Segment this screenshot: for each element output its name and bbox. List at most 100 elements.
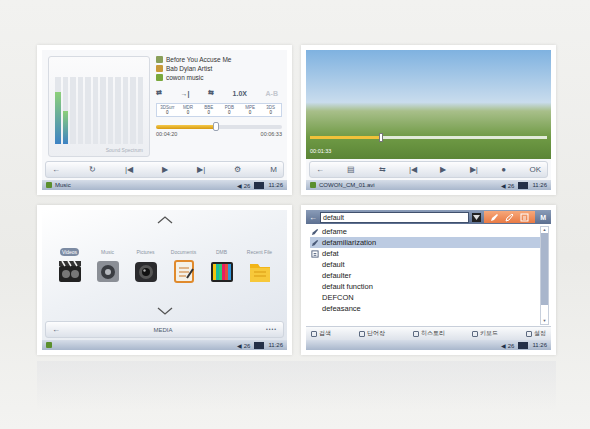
word-row[interactable]: defamiliarization bbox=[310, 237, 540, 248]
control-button[interactable]: M bbox=[270, 166, 277, 174]
media-item[interactable]: Recent File bbox=[244, 248, 276, 284]
control-button[interactable]: ⚙ bbox=[234, 166, 241, 174]
tab-button[interactable]: 키보드 bbox=[472, 329, 498, 338]
option-button[interactable]: ⇆ bbox=[208, 89, 214, 97]
control-button[interactable]: ⇆ bbox=[379, 166, 386, 174]
progress-fill bbox=[156, 125, 216, 129]
media-card: VideosMusicPicturesDocumentsDMBRecent Fi… bbox=[37, 205, 292, 355]
page: Sound Spectrum Before You Accuse Me Bab Dy… bbox=[0, 0, 590, 429]
option-button[interactable]: A-B bbox=[266, 90, 278, 97]
tab-icon bbox=[472, 331, 478, 337]
track-tag: Bab Dylan Artist bbox=[156, 65, 282, 72]
more-button[interactable]: •••• bbox=[266, 327, 277, 332]
dropdown-icon bbox=[473, 215, 480, 220]
spectrum-band bbox=[130, 77, 136, 144]
effect-cell[interactable]: BBE0 bbox=[198, 104, 219, 116]
tab-button[interactable]: 단어장 bbox=[359, 329, 385, 338]
tab-icon bbox=[526, 331, 532, 337]
scroll-thumb[interactable] bbox=[541, 233, 548, 305]
spectrum-band bbox=[138, 77, 144, 144]
tag-icon bbox=[156, 74, 163, 81]
note-icon[interactable] bbox=[520, 213, 529, 222]
word-row[interactable]: defaulter bbox=[310, 270, 540, 281]
screens-grid: Sound Spectrum Before You Accuse Me Bab Dy… bbox=[37, 45, 590, 355]
tab-button[interactable]: 검색 bbox=[311, 329, 331, 338]
spectrum-bands bbox=[55, 65, 143, 144]
tab-button[interactable]: 히스토리 bbox=[413, 329, 445, 338]
control-button[interactable]: |◀ bbox=[409, 166, 417, 174]
note-icon bbox=[311, 250, 319, 258]
spectrum-label: Sound Spectrum bbox=[55, 147, 143, 153]
media-item[interactable]: DMB bbox=[206, 248, 238, 284]
control-button[interactable]: ▶ bbox=[440, 166, 446, 174]
progress-knob[interactable] bbox=[213, 122, 219, 131]
video-knob[interactable] bbox=[379, 133, 383, 142]
media-item[interactable]: Pictures bbox=[130, 248, 162, 284]
control-bar: ← ▤ ⇆ |◀ ▶ ▶| ● OK bbox=[309, 161, 548, 178]
word-row[interactable]: defeasance bbox=[310, 303, 540, 314]
control-button[interactable]: ← bbox=[52, 166, 60, 174]
film-icon bbox=[57, 258, 83, 284]
status-bar: COWON_CM_01.avi◀ 2611:26 bbox=[306, 180, 551, 190]
effect-cell[interactable]: 3DS0 bbox=[260, 104, 281, 116]
word-row[interactable]: DEFCON bbox=[310, 292, 540, 303]
band-fill bbox=[63, 111, 69, 145]
menu-button[interactable]: M bbox=[538, 214, 548, 221]
track-tag: Before You Accuse Me bbox=[156, 56, 282, 63]
search-input[interactable]: default bbox=[320, 212, 469, 223]
up-arrow-icon[interactable] bbox=[157, 216, 173, 224]
option-button[interactable]: 1.0X bbox=[233, 90, 247, 97]
search-bar: ←default M bbox=[306, 210, 551, 224]
effects-strip: 3DSurr0MDR0BBE0PDB0MPE03DS0 bbox=[156, 103, 282, 117]
control-button[interactable]: ● bbox=[501, 166, 506, 174]
effect-cell[interactable]: 3DSurr0 bbox=[157, 104, 178, 116]
control-button[interactable]: ▶ bbox=[162, 166, 168, 174]
option-button[interactable]: →| bbox=[181, 90, 190, 97]
word-row[interactable]: default bbox=[310, 259, 540, 270]
progress-track[interactable] bbox=[156, 125, 282, 129]
control-button[interactable]: ← bbox=[316, 166, 324, 174]
control-button[interactable]: ▶| bbox=[197, 166, 205, 174]
media-item[interactable]: Videos bbox=[54, 248, 86, 284]
spectrum-band bbox=[85, 77, 91, 144]
effect-cell[interactable]: MPE0 bbox=[240, 104, 261, 116]
back-button[interactable]: ← bbox=[309, 213, 317, 222]
video-screen: 00:01:33←▤⇆|◀▶▶|●OKCOWON_CM_01.avi◀ 2611… bbox=[306, 50, 551, 190]
option-button[interactable]: ⇄ bbox=[156, 89, 162, 97]
spectrum-band bbox=[78, 77, 84, 144]
word-row[interactable]: defat bbox=[310, 248, 540, 259]
control-button[interactable]: ▤ bbox=[347, 166, 355, 174]
tag-icon bbox=[156, 65, 163, 72]
status-bar: Music◀ 2611:26 bbox=[42, 180, 287, 190]
media-item[interactable]: Music bbox=[92, 248, 124, 284]
media-items: VideosMusicPicturesDocumentsDMBRecent Fi… bbox=[54, 248, 276, 284]
control-button[interactable]: ▶| bbox=[470, 166, 478, 174]
status-bar: ◀ 2611:26 bbox=[306, 340, 551, 350]
scrollbar[interactable]: ▲▼ bbox=[540, 226, 549, 325]
dropdown-button[interactable] bbox=[472, 213, 481, 222]
tab-icon bbox=[413, 331, 419, 337]
mode-icon bbox=[46, 342, 52, 348]
media-item[interactable]: Documents bbox=[168, 248, 200, 284]
tab-icon bbox=[359, 331, 365, 337]
back-button[interactable]: ← bbox=[52, 326, 60, 334]
tab-button[interactable]: 설정 bbox=[526, 329, 546, 338]
down-arrow-icon[interactable] bbox=[157, 307, 173, 315]
word-list-panel: defamedefamiliarizationdefatdefaultdefau… bbox=[306, 224, 551, 326]
video-track[interactable] bbox=[310, 136, 547, 139]
mode-icon bbox=[310, 182, 316, 188]
video-fill bbox=[310, 136, 381, 139]
edit-icon[interactable] bbox=[505, 213, 514, 222]
control-bar: ← ↻ |◀ ▶ ▶| ⚙ M bbox=[45, 161, 284, 178]
word-list: defamedefamiliarizationdefatdefaultdefau… bbox=[310, 226, 540, 325]
control-button[interactable]: ↻ bbox=[89, 166, 96, 174]
word-row[interactable]: default function bbox=[310, 281, 540, 292]
effect-cell[interactable]: MDR0 bbox=[178, 104, 199, 116]
control-button[interactable]: |◀ bbox=[125, 166, 133, 174]
status-bar: ◀ 2611:26 bbox=[42, 340, 287, 350]
pen-icon[interactable] bbox=[490, 213, 499, 222]
effect-cell[interactable]: PDB0 bbox=[219, 104, 240, 116]
word-row[interactable]: defame bbox=[310, 226, 540, 237]
tool-buttons bbox=[484, 211, 535, 223]
control-button[interactable]: OK bbox=[529, 166, 541, 174]
